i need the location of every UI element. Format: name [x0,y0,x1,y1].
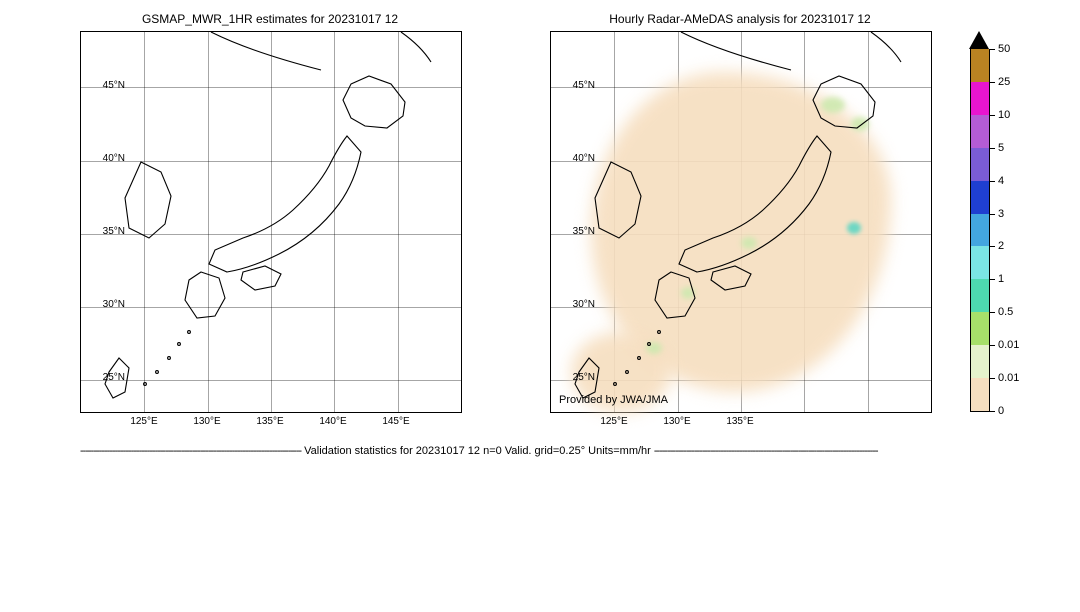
xtick: 140°E [313,416,353,427]
cbar-tick-label: 3 [998,208,1004,220]
cbar-tick-label: 50 [998,43,1010,55]
xtick: 145°E [376,416,416,427]
cbar-tick-label: 0.5 [998,306,1013,318]
ytick: 45°N [555,80,595,91]
xtick: 135°E [720,416,760,427]
cbar-tick-label: 2 [998,240,1004,252]
cbar-tick-label: 10 [998,109,1010,121]
cbar-tick-label: 1 [998,273,1004,285]
xtick: 130°E [657,416,697,427]
footer-text: Validation statistics for 20231017 12 n=… [304,445,651,457]
ytick: 35°N [555,226,595,237]
xtick: 125°E [124,416,164,427]
xtick: 125°E [594,416,634,427]
right-map-title: Hourly Radar-AMeDAS analysis for 2023101… [550,12,930,26]
cbar-tick-label: 4 [998,175,1004,187]
ytick: 25°N [85,372,125,383]
ytick: 45°N [85,80,125,91]
cbar-tick-label: 5 [998,142,1004,154]
ytick: 40°N [85,153,125,164]
ytick: 30°N [85,299,125,310]
ytick: 25°N [555,372,595,383]
colorbar: 50 25 10 5 4 3 2 1 0.5 0.01 0.01 0 [970,31,1030,411]
cbar-tick-label: 0.01 [998,372,1019,384]
xtick: 135°E [250,416,290,427]
right-map-panel: Provided by JWA/JMA [550,31,932,413]
ytick: 35°N [85,226,125,237]
left-map-title: GSMAP_MWR_1HR estimates for 20231017 12 [80,12,460,26]
cbar-tick-label: 0.01 [998,339,1019,351]
japan-coastline-right [551,32,931,412]
left-map-panel [80,31,462,413]
colorbar-overflow-arrow [969,31,989,49]
ytick: 40°N [555,153,595,164]
map-attribution: Provided by JWA/JMA [559,394,668,406]
ytick: 30°N [555,299,595,310]
japan-coastline-left [81,32,461,412]
xtick: 130°E [187,416,227,427]
footer-stats: ----------------------------------------… [80,445,1040,457]
cbar-tick-label: 0 [998,405,1004,417]
cbar-tick-label: 25 [998,76,1010,88]
